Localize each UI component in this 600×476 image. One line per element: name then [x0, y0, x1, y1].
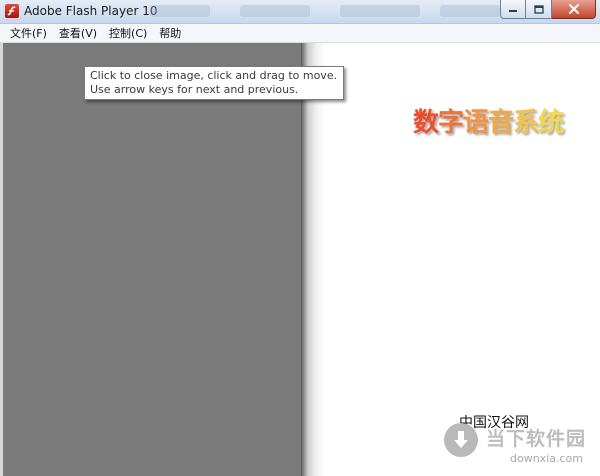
menu-bar: 文件(F) 查看(V) 控制(C) 帮助: [0, 24, 600, 43]
book-title-char: 字: [438, 108, 464, 138]
background-taskbar-ghost: [150, 2, 510, 20]
book-title-char: 统: [538, 108, 564, 138]
minimize-icon: [509, 10, 517, 12]
book-title-char: 音: [488, 108, 514, 138]
maximize-icon: [533, 4, 544, 14]
close-icon: [568, 4, 579, 14]
minimize-button[interactable]: [500, 0, 526, 19]
menu-view[interactable]: 查看(V): [53, 25, 103, 42]
book-title-char: 语: [463, 108, 489, 138]
flash-player-icon: [5, 4, 19, 18]
book-title-char: 数: [413, 108, 439, 138]
book-spine-shadow: [302, 43, 326, 476]
book-title-char: 系: [513, 108, 539, 138]
left-book-page[interactable]: [3, 43, 302, 476]
watermark-site-name: 当下软件园: [486, 428, 587, 450]
site-watermark: 当下软件园 downxia.com: [442, 420, 592, 470]
watermark-domain: downxia.com: [510, 452, 583, 465]
download-arrow-icon: [444, 423, 478, 457]
menu-control[interactable]: 控制(C): [103, 25, 153, 42]
menu-help[interactable]: 帮助: [153, 25, 187, 42]
close-button[interactable]: [552, 0, 596, 19]
title-bar[interactable]: Adobe Flash Player 10: [0, 0, 600, 24]
window-controls: [500, 0, 596, 20]
maximize-button[interactable]: [526, 0, 552, 19]
window-title: Adobe Flash Player 10: [24, 4, 158, 18]
book-title: 数字语音系统: [413, 102, 593, 139]
menu-file[interactable]: 文件(F): [4, 25, 53, 42]
tooltip: Click to close image, click and drag to …: [84, 66, 344, 100]
flash-player-window: Adobe Flash Player 10 文件(F) 查看(V) 控制(C) …: [0, 0, 600, 476]
